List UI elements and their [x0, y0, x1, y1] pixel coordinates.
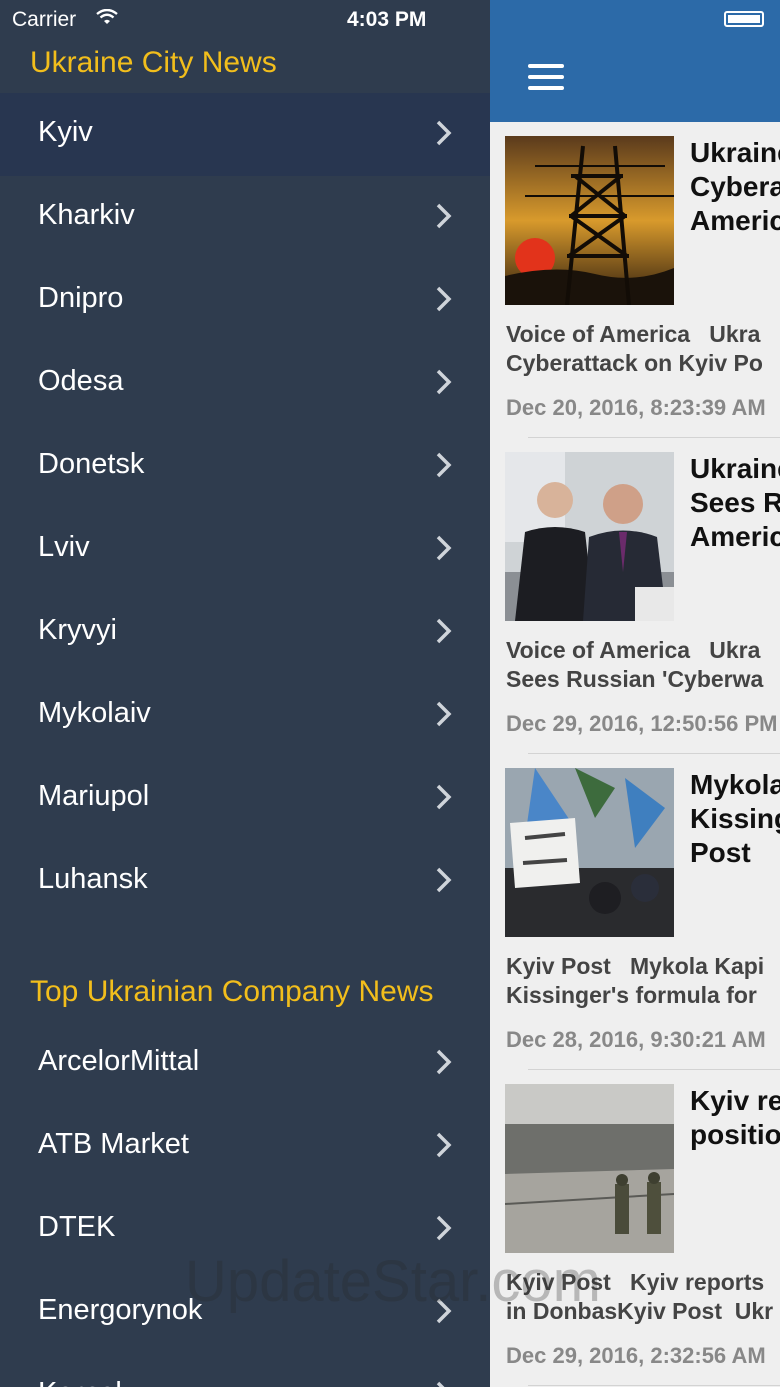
menu-item-label: Energorynok: [38, 1294, 203, 1326]
chevron-right-icon: [436, 1381, 445, 1387]
side-menu: Carrier 4:03 PM Ukraine City News Kyiv K…: [0, 0, 490, 1387]
menu-item-label: Dnipro: [38, 282, 124, 314]
article-thumbnail-power-pylon: [505, 136, 674, 305]
article-thumbnail-soldiers: [505, 1084, 674, 1253]
menu-item-kharkiv[interactable]: Kharkiv: [0, 176, 490, 259]
article-headline: Ukraine Sees R Americ: [690, 453, 780, 552]
article-thumbnail-protest: [505, 768, 674, 937]
menu-item-arcelormittal[interactable]: ArcelorMittal: [0, 1022, 490, 1105]
menu-item-kryvyi[interactable]: Kryvyi: [0, 591, 490, 674]
company-menu-list: ArcelorMittal ATB Market DTEK Energoryno…: [0, 1022, 490, 1387]
menu-item-label: Odesa: [38, 365, 124, 397]
menu-item-label: Luhansk: [38, 863, 148, 895]
menu-item-label: Mykolaiv: [38, 697, 151, 729]
article-summary: Kyiv Post Mykola Kapi Kissinger's formul…: [506, 953, 765, 1008]
menu-item-label: ATB Market: [38, 1128, 189, 1160]
chevron-right-icon: [436, 203, 452, 229]
menu-item-atb-market[interactable]: ATB Market: [0, 1105, 490, 1188]
nav-bar: [490, 0, 780, 122]
menu-item-label: ArcelorMittal: [38, 1045, 200, 1077]
menu-item-label: Kernel: [38, 1377, 122, 1387]
chevron-right-icon: [436, 1298, 452, 1324]
menu-item-dtek[interactable]: DTEK: [0, 1188, 490, 1271]
company-section-title: Top Ukrainian Company News: [30, 975, 434, 1008]
menu-item-label: Kyiv: [38, 116, 93, 148]
menu-item-label: DTEK: [38, 1211, 116, 1243]
news-feed-pane: Ukraine Cybera Americ Voice of America U…: [490, 0, 780, 1387]
article-summary: Kyiv Post Kyiv reports in DonbasKyiv Pos…: [506, 1269, 774, 1324]
city-section-title: Ukraine City News: [30, 46, 277, 79]
status-bar: Carrier 4:03 PM: [0, 0, 490, 40]
article-date: Dec 20, 2016, 8:23:39 AM: [506, 395, 766, 420]
chevron-right-icon: [436, 1049, 452, 1075]
chevron-right-icon: [436, 618, 452, 644]
menu-item-donetsk[interactable]: Donetsk: [0, 425, 490, 508]
article-date: Dec 28, 2016, 9:30:21 AM: [506, 1027, 766, 1052]
article-date: Dec 29, 2016, 12:50:56 PM: [506, 711, 778, 736]
hamburger-menu-icon[interactable]: [528, 64, 564, 94]
news-feed: Ukraine Cybera Americ Voice of America U…: [490, 122, 780, 1386]
chevron-right-icon: [436, 286, 452, 312]
article-summary: Voice of America Ukra Cyberattack on Kyi…: [506, 321, 763, 376]
chevron-right-icon: [436, 120, 452, 146]
chevron-right-icon: [436, 452, 452, 478]
menu-item-lviv[interactable]: Lviv: [0, 508, 490, 591]
menu-item-label: Kharkiv: [38, 199, 135, 231]
article-thumbnail-officials: [505, 452, 674, 621]
battery-icon: [724, 11, 764, 27]
chevron-right-icon: [436, 1215, 452, 1241]
chevron-right-icon: [436, 1132, 452, 1158]
chevron-right-icon: [436, 867, 452, 893]
menu-item-mykolaiv[interactable]: Mykolaiv: [0, 674, 490, 757]
news-article[interactable]: Ukraine Sees R Americ Voice of America U…: [490, 438, 780, 754]
status-time: 4:03 PM: [347, 8, 427, 31]
city-menu-list: Kyiv Kharkiv Dnipro Odesa Donetsk Lviv K…: [0, 93, 490, 923]
menu-item-dnipro[interactable]: Dnipro: [0, 259, 490, 342]
chevron-right-icon: [436, 784, 452, 810]
chevron-right-icon: [436, 701, 452, 727]
menu-item-label: Mariupol: [38, 780, 150, 812]
news-article[interactable]: Ukraine Cybera Americ Voice of America U…: [490, 122, 780, 438]
menu-item-kernel[interactable]: Kernel: [0, 1354, 490, 1387]
news-article[interactable]: Mykola Kissing Post Kyiv Post Mykola Kap…: [490, 754, 780, 1070]
wifi-icon: [96, 9, 118, 24]
news-article[interactable]: Kyiv re positio Kyiv Post Kyiv reports i…: [490, 1070, 780, 1386]
article-date: Dec 29, 2016, 2:32:56 AM: [506, 1343, 766, 1368]
menu-item-energorynok[interactable]: Energorynok: [0, 1271, 490, 1354]
article-headline: Mykola Kissing Post: [690, 769, 780, 868]
chevron-right-icon: [436, 369, 452, 395]
chevron-right-icon: [436, 535, 452, 561]
menu-item-kyiv[interactable]: Kyiv: [0, 93, 490, 176]
article-headline: Kyiv re positio: [690, 1085, 780, 1150]
menu-item-luhansk[interactable]: Luhansk: [0, 840, 490, 923]
menu-item-label: Donetsk: [38, 448, 145, 480]
article-divider: [528, 1385, 780, 1386]
carrier-label: Carrier: [12, 8, 77, 31]
article-headline: Ukraine Cybera Americ: [690, 137, 780, 236]
article-summary: Voice of America Ukra Sees Russian 'Cybe…: [506, 637, 764, 692]
menu-item-odesa[interactable]: Odesa: [0, 342, 490, 425]
menu-item-mariupol[interactable]: Mariupol: [0, 757, 490, 840]
menu-item-label: Lviv: [38, 531, 90, 563]
menu-item-label: Kryvyi: [38, 614, 117, 646]
